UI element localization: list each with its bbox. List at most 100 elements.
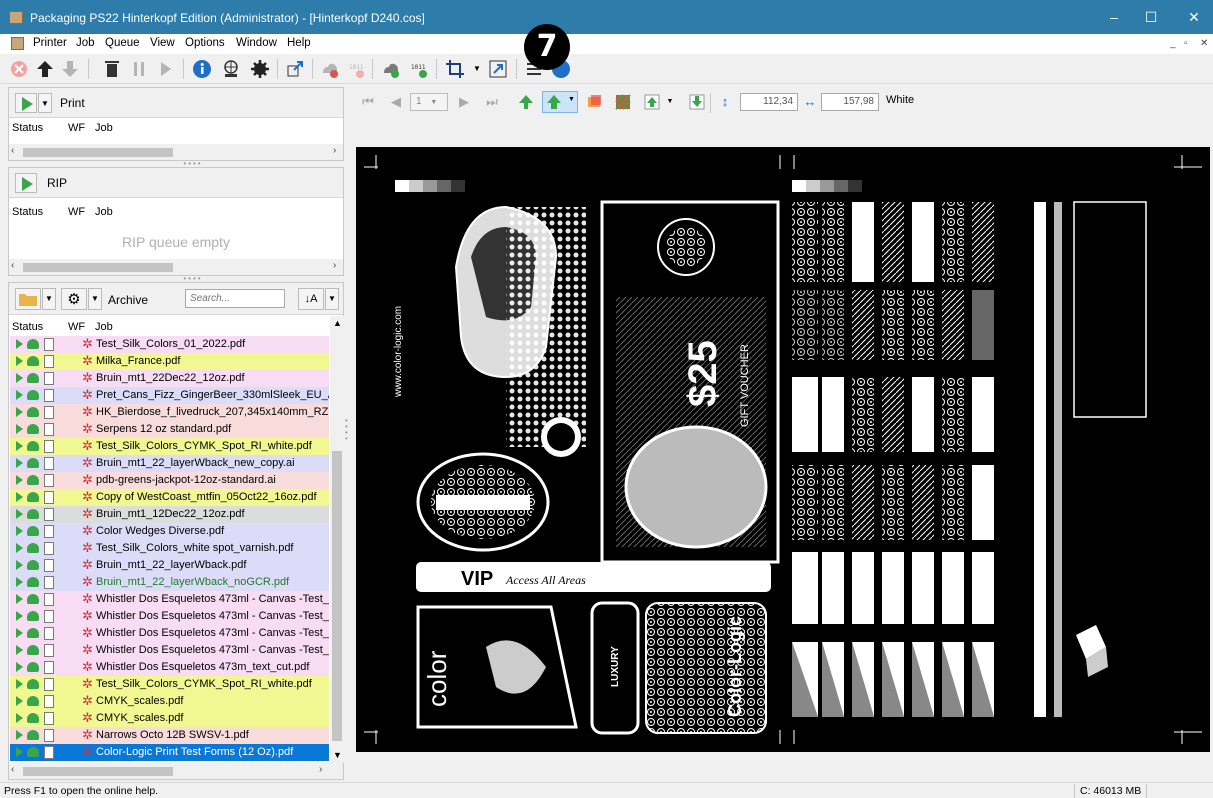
column-job[interactable]: Job	[95, 321, 113, 333]
mdi-restore-button[interactable]: ▫	[1184, 38, 1188, 49]
print-play-button[interactable]	[15, 93, 37, 113]
fit-icon[interactable]	[487, 58, 509, 80]
play-icon[interactable]	[16, 390, 23, 400]
play-icon[interactable]	[16, 424, 23, 434]
column-status[interactable]: Status	[12, 321, 43, 333]
mdi-minimize-button[interactable]: _	[1170, 38, 1176, 49]
play-icon[interactable]	[16, 543, 23, 553]
table-row[interactable]: ✲ Whistler Dos Esqueletos 473ml - Canvas …	[10, 591, 329, 608]
play-icon[interactable]	[16, 713, 23, 723]
maximize-button[interactable]: ☐	[1141, 9, 1161, 25]
table-row[interactable]: ✲ Serpens 12 oz standard.pdf	[10, 421, 329, 438]
table-row[interactable]: ✲ Whistler Dos Esqueletos 473ml - Canvas …	[10, 642, 329, 659]
scroll-right-icon[interactable]: ›	[333, 260, 336, 271]
column-job[interactable]: Job	[95, 122, 113, 134]
table-row[interactable]: ✲ Color Wedges Diverse.pdf	[10, 523, 329, 540]
rip-play-button[interactable]	[15, 173, 37, 193]
play-icon[interactable]	[154, 58, 176, 80]
table-row[interactable]: ✲ Bruin_mt1_12Dec22_12oz.pdf	[10, 506, 329, 523]
table-row[interactable]: ✲ Bruin_mt1_22_layerWback_noGCR.pdf	[10, 574, 329, 591]
play-icon[interactable]	[16, 611, 23, 621]
menu-view[interactable]: View	[150, 37, 175, 49]
first-page-icon[interactable]: ⏮	[359, 93, 377, 111]
minimize-button[interactable]: –	[1104, 9, 1124, 25]
column-status[interactable]: Status	[12, 206, 43, 218]
scroll-right-icon[interactable]: ›	[333, 145, 336, 156]
table-row[interactable]: ✲ Color-Logic Print Test Forms (12 Oz).pd…	[10, 744, 329, 761]
play-icon[interactable]	[16, 526, 23, 536]
print-hscrollbar[interactable]: ‹ ›	[9, 144, 343, 160]
play-icon[interactable]	[16, 560, 23, 570]
document-icon[interactable]	[11, 37, 24, 50]
column-job[interactable]: Job	[95, 206, 113, 218]
play-icon[interactable]	[16, 594, 23, 604]
tree-view-icon[interactable]	[517, 93, 535, 111]
next-page-icon[interactable]: ▶	[455, 93, 473, 111]
scroll-right-icon[interactable]: ›	[319, 764, 322, 775]
rip-scroll-thumb[interactable]	[23, 263, 173, 272]
table-row[interactable]: ✲ Bruin_mt1_22_layerWback_new_copy.ai	[10, 455, 329, 472]
table-row[interactable]: ✲ Whistler Dos Esqueletos 473ml - Canvas …	[10, 608, 329, 625]
scroll-up-icon[interactable]: ▲	[333, 318, 342, 328]
play-icon[interactable]	[16, 492, 23, 502]
menu-queue[interactable]: Queue	[105, 37, 140, 49]
archive-hscroll-thumb[interactable]	[23, 767, 173, 776]
export-icon[interactable]	[284, 58, 306, 80]
archive-hscrollbar[interactable]: ‹ ›	[9, 763, 343, 779]
print-scroll-thumb[interactable]	[23, 148, 173, 157]
play-icon[interactable]	[16, 747, 23, 757]
table-row[interactable]: ✲ Test_Silk_Colors_CYMK_Spot_RI_white.pdf	[10, 676, 329, 693]
menu-options[interactable]: Options	[185, 37, 225, 49]
menu-help[interactable]: Help	[287, 37, 311, 49]
crop-icon[interactable]	[444, 58, 466, 80]
pause-icon[interactable]	[128, 58, 150, 80]
play-icon[interactable]	[16, 407, 23, 417]
play-icon[interactable]	[16, 441, 23, 451]
play-icon[interactable]	[16, 339, 23, 349]
close-button[interactable]: ✕	[1184, 9, 1204, 25]
sort-button[interactable]: ↓A	[298, 288, 324, 310]
table-row[interactable]: ✲ Test_Silk_Colors_01_2022.pdf	[10, 336, 329, 353]
crop-dropdown-icon[interactable]: ▼	[466, 58, 488, 80]
binary-add-icon[interactable]: 1011	[408, 58, 430, 80]
scroll-left-icon[interactable]: ‹	[11, 764, 14, 775]
cloud-remove-icon[interactable]	[319, 58, 341, 80]
page-select[interactable]: 1 ▼	[410, 93, 448, 111]
table-row[interactable]: ✲ Test_Silk_Colors_CYMK_Spot_RI_white.pdf	[10, 438, 329, 455]
table-row[interactable]: ✲ Whistler Dos Esqueletos 473ml - Canvas …	[10, 625, 329, 642]
play-icon[interactable]	[16, 509, 23, 519]
move-up-icon[interactable]	[34, 58, 56, 80]
archive-vscroll-thumb[interactable]	[332, 451, 342, 741]
preview-icon[interactable]	[220, 58, 242, 80]
settings-dropdown-button[interactable]: ▼	[88, 288, 102, 310]
table-row[interactable]: ✲ Milka_France.pdf	[10, 353, 329, 370]
move-down-icon[interactable]	[59, 58, 81, 80]
pattern-icon[interactable]	[614, 93, 632, 111]
play-icon[interactable]	[16, 577, 23, 587]
download-icon[interactable]	[688, 93, 706, 111]
layer-icon[interactable]	[643, 93, 661, 111]
binary-icon[interactable]: 1011	[345, 58, 367, 80]
table-row[interactable]: ✲ Test_Silk_Colors_white spot_varnish.pdf	[10, 540, 329, 557]
sort-dropdown-button[interactable]: ▼	[325, 288, 339, 310]
table-row[interactable]: ✲ Whistler Dos Esqueletos 473m_text_cut.p…	[10, 659, 329, 676]
color-separation-icon[interactable]	[586, 93, 604, 111]
table-row[interactable]: ✲ Narrows Octo 12B SWSV-1.pdf	[10, 727, 329, 744]
print-dropdown-button[interactable]: ▼	[38, 93, 52, 113]
scroll-left-icon[interactable]: ‹	[11, 260, 14, 271]
vertical-splitter-handle[interactable]: • • • •	[345, 417, 349, 443]
column-status[interactable]: Status	[12, 122, 43, 134]
archive-vscrollbar[interactable]: ▲ ▼	[330, 316, 344, 763]
delete-icon[interactable]	[101, 58, 123, 80]
table-row[interactable]: ✲ Bruin_mt1_22_layerWback.pdf	[10, 557, 329, 574]
folder-dropdown-button[interactable]: ▼	[42, 288, 56, 310]
play-icon[interactable]	[16, 696, 23, 706]
info-icon[interactable]	[191, 58, 213, 80]
table-row[interactable]: ✲ Copy of WestCoast_mtfin_05Oct22_16oz.pd…	[10, 489, 329, 506]
scroll-left-icon[interactable]: ‹	[11, 145, 14, 156]
open-folder-button[interactable]	[15, 288, 41, 310]
table-row[interactable]: ✲ Bruin_mt1_22Dec22_12oz.pdf	[10, 370, 329, 387]
play-icon[interactable]	[16, 475, 23, 485]
column-wf[interactable]: WF	[68, 122, 85, 134]
play-icon[interactable]	[16, 730, 23, 740]
